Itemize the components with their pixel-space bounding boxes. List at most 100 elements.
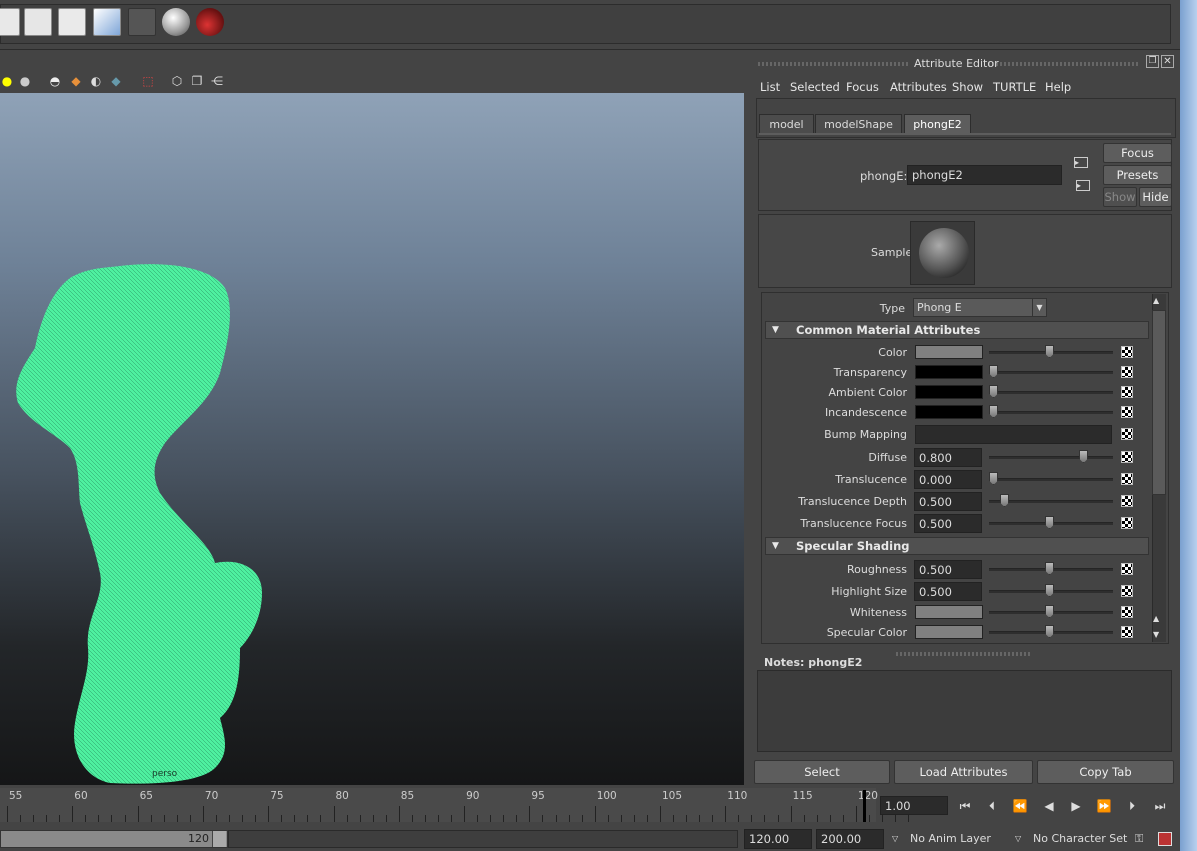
anim-layer-dropdown[interactable]: ▽ No Anim Layer [888, 829, 1008, 849]
ambient-color-slider-track[interactable] [989, 391, 1113, 394]
map-texture-icon[interactable] [1121, 585, 1133, 597]
texture-icon[interactable]: ◆ [69, 74, 83, 88]
roughness-field[interactable]: 0.500 [914, 560, 982, 579]
color-swatch[interactable] [915, 345, 983, 359]
map-texture-icon[interactable] [1121, 366, 1133, 378]
scroll-down-icon[interactable]: ▼ [1153, 630, 1159, 639]
translucence-depth-field[interactable]: 0.500 [914, 492, 982, 511]
character-set-dropdown[interactable]: ▽ No Character Set [1011, 829, 1131, 849]
notes-textarea[interactable] [757, 670, 1172, 752]
menu-focus[interactable]: Focus [846, 80, 879, 94]
play-backwards-icon[interactable]: ◀ [1040, 798, 1058, 814]
range-track[interactable] [228, 830, 738, 848]
current-frame-field[interactable]: 1.00 [880, 796, 948, 815]
select-button[interactable]: Select [754, 760, 890, 784]
menu-show[interactable]: Show [952, 80, 983, 94]
input-connection-icon[interactable]: ▸ [1074, 157, 1088, 168]
scroll-up-small-icon[interactable]: ▲ [1153, 614, 1159, 623]
map-texture-icon[interactable] [1121, 495, 1133, 507]
tick-major [202, 806, 204, 822]
render-view-icon[interactable] [93, 8, 121, 36]
step-forward-frame-icon[interactable]: ⏩ [1095, 798, 1113, 814]
paint-brush-icon[interactable] [196, 8, 224, 36]
translucence-focus-field[interactable]: 0.500 [914, 514, 982, 533]
anim-end-field[interactable]: 120.00 [744, 829, 812, 849]
clapboard-icon[interactable] [24, 8, 52, 36]
tab-modelshape[interactable]: modelShape [815, 114, 902, 134]
node-name-field[interactable]: phongE2 [907, 165, 1062, 185]
common-material-section[interactable]: ▼ Common Material Attributes [765, 321, 1149, 339]
step-forward-key-icon[interactable]: ⏵ [1123, 798, 1141, 814]
type-dropdown[interactable]: Phong E ▼ [913, 298, 1047, 317]
go-to-start-icon[interactable]: ⏮ [956, 798, 974, 814]
focus-button[interactable]: Focus [1103, 143, 1172, 163]
current-time-marker[interactable] [863, 790, 866, 822]
scroll-up-icon[interactable]: ▲ [1153, 296, 1159, 305]
translucence-field[interactable]: 0.000 [914, 470, 982, 489]
menu-turtle[interactable]: TURTLE [993, 80, 1036, 94]
play-forwards-icon[interactable]: ▶ [1067, 798, 1085, 814]
specular-color-swatch[interactable] [915, 625, 983, 639]
map-texture-icon[interactable] [1121, 517, 1133, 529]
map-texture-icon[interactable] [1121, 346, 1133, 358]
scroll-thumb[interactable] [1152, 310, 1166, 495]
output-connection-icon[interactable]: ▸ [1076, 180, 1090, 191]
graph-icon[interactable]: ⋲ [210, 74, 224, 88]
playback-end-field[interactable]: 200.00 [816, 829, 884, 849]
map-texture-icon[interactable] [1121, 451, 1133, 463]
isolate-select-icon[interactable]: ⬚ [141, 74, 155, 88]
map-texture-icon[interactable] [1121, 386, 1133, 398]
whiteness-swatch[interactable] [915, 605, 983, 619]
xray-icon[interactable]: ◆ [109, 74, 123, 88]
notes-grip[interactable] [896, 652, 1030, 656]
copy-tab-button[interactable]: Copy Tab [1037, 760, 1174, 784]
ambient-color-swatch[interactable] [915, 385, 983, 399]
close-icon[interactable]: ✕ [1161, 55, 1174, 68]
diffuse-slider-track[interactable] [989, 456, 1113, 459]
animation-prefs-icon[interactable] [1158, 832, 1172, 846]
render-settings-icon[interactable] [0, 8, 20, 36]
incandescence-swatch[interactable] [915, 405, 983, 419]
batch-render-icon[interactable] [58, 8, 86, 36]
incandescence-slider-track[interactable] [989, 411, 1113, 414]
map-texture-icon[interactable] [1121, 473, 1133, 485]
transparency-swatch[interactable] [915, 365, 983, 379]
menu-help[interactable]: Help [1045, 80, 1071, 94]
map-texture-icon[interactable] [1121, 563, 1133, 575]
translucence-slider-track[interactable] [989, 478, 1113, 481]
cancel-render-icon[interactable] [128, 8, 156, 36]
wireframe-cube-icon[interactable]: ⬡ [170, 74, 184, 88]
lighting-icon[interactable]: ◓ [48, 74, 62, 88]
range-handle[interactable] [212, 831, 226, 847]
float-panel-icon[interactable]: ❐ [1146, 55, 1159, 68]
load-attributes-button[interactable]: Load Attributes [894, 760, 1033, 784]
map-texture-icon[interactable] [1121, 606, 1133, 618]
diffuse-field[interactable]: 0.800 [914, 448, 982, 467]
highlight-size-field[interactable]: 0.500 [914, 582, 982, 601]
map-texture-icon[interactable] [1121, 428, 1133, 440]
hypershade-icon[interactable] [162, 8, 190, 36]
map-texture-icon[interactable] [1121, 406, 1133, 418]
specular-shading-section[interactable]: ▼ Specular Shading [765, 537, 1149, 555]
menu-attributes[interactable]: Attributes [890, 80, 947, 94]
light-icon[interactable]: ● [0, 74, 14, 88]
step-back-frame-icon[interactable]: ⏪ [1011, 798, 1029, 814]
show-button[interactable]: Show [1103, 187, 1137, 207]
tab-model[interactable]: model [759, 114, 814, 134]
map-texture-icon[interactable] [1121, 626, 1133, 638]
menu-selected[interactable]: Selected [790, 80, 840, 94]
auto-key-icon[interactable]: ⚿ [1135, 832, 1143, 846]
shadow-icon[interactable]: ◐ [89, 74, 103, 88]
shaded-sphere-icon[interactable]: ● [18, 74, 32, 88]
transparency-slider-track[interactable] [989, 371, 1113, 374]
multi-view-icon[interactable]: ❐ [190, 74, 204, 88]
tab-phonge2[interactable]: phongE2 [904, 114, 971, 134]
mesh-model[interactable]: perso [0, 93, 744, 785]
go-to-end-icon[interactable]: ⏭ [1151, 798, 1169, 814]
hide-button[interactable]: Hide [1139, 187, 1172, 207]
3d-viewport[interactable]: perso [0, 93, 744, 785]
menu-list[interactable]: List [760, 80, 780, 94]
step-back-key-icon[interactable]: ⏴ [983, 798, 1001, 814]
presets-button[interactable]: Presets [1103, 165, 1172, 185]
bump-mapping-field[interactable] [915, 425, 1112, 444]
